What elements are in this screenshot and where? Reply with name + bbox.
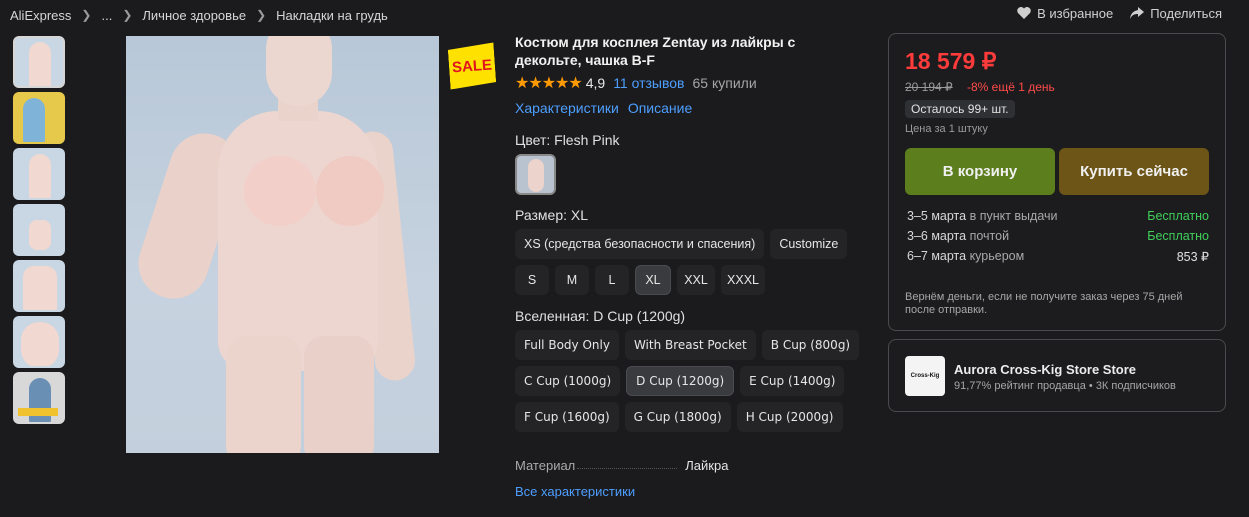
breadcrumb-aliexpress[interactable]: AliExpress (10, 8, 71, 23)
size-option-xs[interactable]: XS (средства безопасности и спасения) (515, 229, 765, 259)
share-button[interactable]: Поделиться (1129, 5, 1222, 21)
thumbnail[interactable] (13, 204, 65, 256)
store-meta: 91,77% рейтинг продавца • 3К подписчиков (954, 380, 1176, 392)
shipping-date: 3–5 марта (907, 209, 967, 223)
add-to-cart-button[interactable]: В корзину (905, 148, 1055, 195)
stars-icon: ★★★★★ (515, 75, 583, 92)
universe-option-d-cup[interactable]: D Cup (1200g) (626, 366, 735, 396)
sold-count: 65 купили (692, 75, 757, 91)
product-main-image[interactable] (126, 36, 439, 453)
store-name[interactable]: Aurora Cross-Kig Store Store (954, 362, 1136, 377)
tab-description[interactable]: Описание (628, 100, 692, 116)
size-option-xxxl[interactable]: XXXL (721, 265, 765, 295)
material-value: Лайкра (685, 458, 729, 473)
color-label: Цвет: Flesh Pink (515, 132, 620, 148)
top-actions: В избранное Поделиться (1016, 5, 1222, 21)
thumbnail[interactable] (13, 36, 65, 88)
thumbnail[interactable] (13, 148, 65, 200)
universe-option-f-cup[interactable]: F Cup (1600g) (515, 402, 619, 432)
chevron-right-icon: ❯ (122, 8, 133, 22)
buy-now-button[interactable]: Купить сейчас (1059, 148, 1209, 195)
store-card[interactable]: Cross-Kig Aurora Cross-Kig Store Store 9… (888, 339, 1226, 412)
size-label: Размер: XL (515, 207, 589, 223)
shipping-row: 3–5 марта в пункт выдачи Бесплатно (907, 209, 1209, 223)
share-label: Поделиться (1150, 5, 1222, 21)
product-title: Костюм для косплея Zentay из лайкры с де… (515, 33, 875, 69)
size-option-l[interactable]: L (595, 265, 629, 295)
universe-option-full-body[interactable]: Full Body Only (515, 330, 619, 360)
size-options-row2: S M L XL XXL XXXL (515, 265, 875, 295)
tab-specs[interactable]: Характеристики (515, 100, 619, 116)
old-price: 20 194 ₽ (905, 80, 953, 94)
sale-badge: SALE (448, 42, 497, 89)
stock-badge: Осталось 99+ шт. (905, 100, 1015, 118)
product-title-line1: Костюм для косплея Zentay из лайкры с (515, 34, 796, 50)
refund-note: Вернём деньги, если не получите заказ че… (905, 291, 1215, 317)
store-rating: 91,77% рейтинг продавца (954, 380, 1086, 392)
store-subscribers: 3К подписчиков (1095, 380, 1176, 392)
material-attribute: Материал Лайкра (515, 458, 728, 473)
discount-label: -8% ещё 1 день (967, 80, 1055, 94)
shipping-price: Бесплатно (1147, 229, 1209, 243)
universe-label: Вселенная: D Cup (1200g) (515, 308, 686, 324)
size-options-row1: XS (средства безопасности и спасения) Cu… (515, 229, 875, 259)
shipping-price: Бесплатно (1147, 209, 1209, 223)
size-option-m[interactable]: M (555, 265, 589, 295)
reviews-link[interactable]: 11 отзывов (613, 75, 684, 91)
share-icon (1130, 7, 1145, 19)
refund-line1: Вернём деньги, если не получите заказ че… (905, 291, 1183, 303)
universe-options-row1: Full Body Only With Breast Pocket B Cup … (515, 330, 875, 360)
product-info: Костюм для косплея Zentay из лайкры с де… (515, 33, 875, 432)
size-option-xl[interactable]: XL (635, 265, 671, 295)
shipping-method: почтой (969, 229, 1010, 243)
shipping-row: 3–6 марта почтой Бесплатно (907, 229, 1209, 243)
universe-option-b-cup[interactable]: B Cup (800g) (761, 330, 860, 360)
chevron-right-icon: ❯ (81, 8, 92, 22)
all-specs-link[interactable]: Все характеристики (515, 484, 635, 499)
universe-option-e-cup[interactable]: E Cup (1400g) (740, 366, 845, 396)
rating-value: 4,9 (585, 75, 606, 91)
universe-option-breast-pocket[interactable]: With Breast Pocket (624, 330, 756, 360)
thumbnail[interactable] (13, 372, 65, 424)
purchase-card: 18 579 ₽ 20 194 ₽ -8% ещё 1 день Осталос… (888, 33, 1226, 331)
dot-separator: • (1088, 380, 1096, 392)
universe-options-row3: F Cup (1600g) G Cup (1800g) H Cup (2000g… (515, 402, 875, 432)
breadcrumb-category[interactable]: Личное здоровье (142, 8, 246, 23)
size-option-customize[interactable]: Customize (770, 229, 848, 259)
divider (577, 468, 678, 469)
material-key: Материал (515, 458, 576, 473)
shipping-date: 6–7 марта (907, 249, 967, 263)
current-price: 18 579 ₽ (905, 48, 997, 74)
shipping-method: курьером (969, 249, 1025, 263)
shipping-price: 853 ₽ (1176, 250, 1209, 264)
favorite-label: В избранное (1037, 5, 1114, 21)
shipping-row: 6–7 марта курьером 853 ₽ (907, 249, 1209, 264)
thumbnail[interactable] (13, 316, 65, 368)
universe-option-h-cup[interactable]: H Cup (2000g) (736, 402, 843, 432)
universe-option-c-cup[interactable]: C Cup (1000g) (515, 366, 621, 396)
size-option-s[interactable]: S (515, 265, 549, 295)
chevron-right-icon: ❯ (256, 8, 267, 22)
store-logo: Cross-Kig (905, 356, 945, 396)
per-unit-note: Цена за 1 штуку (905, 123, 988, 135)
shipping-date: 3–6 марта (907, 229, 967, 243)
breadcrumb-ellipsis[interactable]: ... (101, 8, 112, 23)
product-title-line2: декольте, чашка B-F (515, 52, 655, 68)
heart-icon (1017, 7, 1031, 19)
thumbnail[interactable] (13, 92, 65, 144)
favorite-button[interactable]: В избранное (1016, 5, 1113, 21)
breadcrumb-subcategory[interactable]: Накладки на грудь (276, 8, 388, 23)
breadcrumb: AliExpress ❯ ... ❯ Личное здоровье ❯ Нак… (10, 6, 388, 24)
universe-option-g-cup[interactable]: G Cup (1800g) (624, 402, 731, 432)
color-swatch-flesh-pink[interactable] (515, 154, 556, 195)
thumbnail-list (10, 36, 66, 428)
shipping-method: в пункт выдачи (969, 209, 1058, 223)
rating-row: ★★★★★ 4,9 11 отзывов 65 купили (515, 73, 875, 93)
universe-options-row2: C Cup (1000g) D Cup (1200g) E Cup (1400g… (515, 366, 875, 396)
info-tabs: Характеристики Описание (515, 100, 875, 116)
size-option-xxl[interactable]: XXL (677, 265, 715, 295)
thumbnail[interactable] (13, 260, 65, 312)
refund-line2: после отправки. (905, 304, 988, 316)
